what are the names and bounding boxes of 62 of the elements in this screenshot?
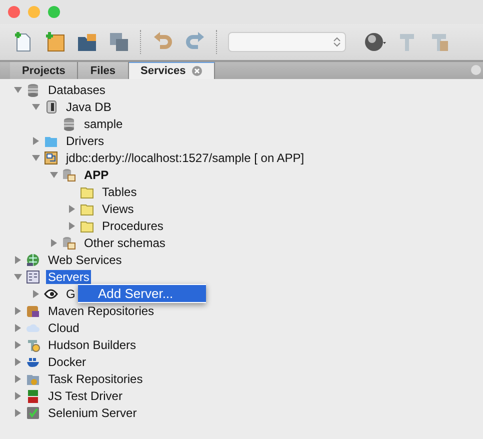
tree-item[interactable]: Other schemas <box>82 236 168 250</box>
tab[interactable]: Services <box>128 62 215 79</box>
schema-icon <box>62 236 76 250</box>
expanded-arrow-icon[interactable] <box>50 170 58 178</box>
tab[interactable]: Projects <box>10 62 78 79</box>
open-project-icon[interactable] <box>76 31 98 53</box>
updown-icon <box>333 36 341 48</box>
collapsed-arrow-icon[interactable] <box>14 324 22 332</box>
collapsed-arrow-icon[interactable] <box>50 238 58 246</box>
collapsed-arrow-icon[interactable] <box>32 136 40 144</box>
schema-icon <box>62 168 76 182</box>
expanded-arrow-icon[interactable] <box>32 102 40 110</box>
close-icon[interactable] <box>192 66 202 76</box>
minimize-window-icon[interactable] <box>471 65 481 75</box>
new-project-icon[interactable] <box>44 31 66 53</box>
menu-item[interactable]: Add Server... <box>78 285 206 302</box>
maven-icon <box>26 304 40 318</box>
tree-item[interactable]: Servers <box>46 270 92 284</box>
tree-item[interactable]: Maven Repositories <box>46 304 156 318</box>
tree-item[interactable]: Web Services <box>46 252 124 266</box>
tree-item[interactable]: APP <box>82 168 111 182</box>
tree-item[interactable]: Docker <box>46 354 88 368</box>
globe-icon[interactable] <box>364 31 386 53</box>
folder-icon <box>80 184 94 198</box>
connection-icon <box>44 150 58 164</box>
tree-item[interactable]: JS Test Driver <box>46 388 124 402</box>
expanded-arrow-icon[interactable] <box>14 86 22 94</box>
collapsed-arrow-icon[interactable] <box>14 256 22 264</box>
collapsed-arrow-icon[interactable] <box>14 358 22 366</box>
collapsed-arrow-icon[interactable] <box>68 204 76 212</box>
tree-item[interactable]: Views <box>100 202 136 216</box>
tree-item[interactable]: sample <box>82 116 125 130</box>
tree-item[interactable]: Tables <box>100 184 139 198</box>
close-button[interactable] <box>8 6 20 18</box>
collapsed-arrow-icon[interactable] <box>14 392 22 400</box>
server-icon <box>26 270 40 284</box>
collapsed-arrow-icon[interactable] <box>14 306 22 314</box>
zoom-button[interactable] <box>48 6 60 18</box>
eye-icon <box>44 286 58 300</box>
collapsed-arrow-icon[interactable] <box>68 222 76 230</box>
tree-item[interactable]: Task Repositories <box>46 372 145 386</box>
tree-item[interactable]: Hudson Builders <box>46 338 138 352</box>
expanded-arrow-icon[interactable] <box>14 272 22 280</box>
save-all-icon[interactable] <box>108 31 130 53</box>
folder-icon <box>80 218 94 232</box>
collapsed-arrow-icon[interactable] <box>32 290 40 298</box>
collapsed-arrow-icon[interactable] <box>14 408 22 416</box>
tab[interactable]: Files <box>78 62 128 79</box>
tree-item[interactable]: Drivers <box>64 134 106 148</box>
globe-icon <box>26 252 40 266</box>
tree-item[interactable]: Cloud <box>46 320 82 334</box>
tree-item[interactable]: Selenium Server <box>46 406 139 420</box>
hammer-clock-icon <box>26 338 40 352</box>
expanded-arrow-icon[interactable] <box>32 154 40 162</box>
tree-item[interactable]: G <box>64 286 78 300</box>
tree-item[interactable]: Java DB <box>64 100 114 114</box>
tree-item[interactable]: Databases <box>46 82 108 96</box>
collapsed-arrow-icon[interactable] <box>14 340 22 348</box>
folder-icon <box>80 202 94 216</box>
collapsed-arrow-icon[interactable] <box>14 374 22 382</box>
tree-item[interactable]: Procedures <box>100 218 166 232</box>
tree-item[interactable]: jdbc:derby://localhost:1527/sample [ on APP] <box>64 150 306 164</box>
